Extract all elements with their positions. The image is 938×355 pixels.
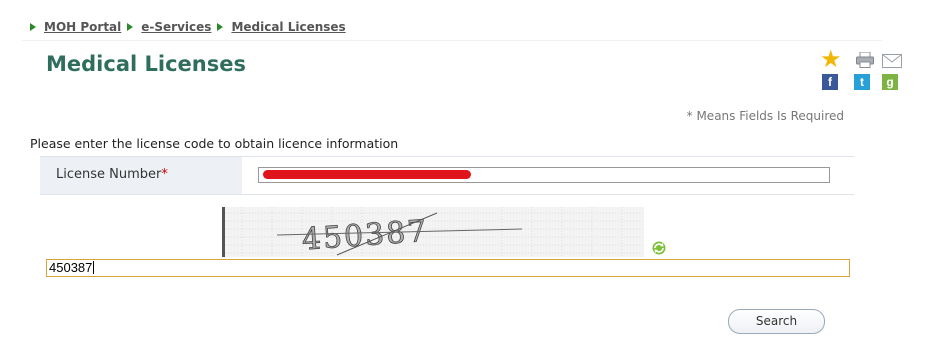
breadcrumb-moh-portal[interactable]: MOH Portal: [44, 20, 121, 34]
breadcrumb-medical-licenses[interactable]: Medical Licenses: [231, 20, 345, 34]
google-plus-icon[interactable]: g: [882, 74, 898, 90]
star-icon[interactable]: ★: [820, 47, 844, 71]
instruction-text: Please enter the license code to obtain …: [30, 136, 399, 151]
search-button[interactable]: Search: [728, 309, 825, 334]
captcha-image: 450387: [222, 207, 644, 257]
breadcrumb-arrow-icon: [217, 23, 224, 31]
license-number-label: License Number*: [56, 167, 168, 182]
breadcrumb-e-services[interactable]: e-Services: [141, 20, 211, 34]
twitter-icon[interactable]: t: [854, 74, 870, 90]
mail-icon[interactable]: [882, 54, 902, 68]
breadcrumb-arrow-icon: [127, 23, 134, 31]
facebook-icon[interactable]: f: [822, 74, 838, 90]
redaction-mark: [263, 170, 471, 179]
refresh-icon[interactable]: [651, 240, 667, 256]
required-fields-note: * Means Fields Is Required: [686, 109, 844, 123]
breadcrumb-arrow-icon: [30, 23, 36, 31]
breadcrumb-divider: [22, 40, 882, 41]
page-title: Medical Licenses: [46, 52, 246, 76]
license-number-input[interactable]: [258, 167, 830, 183]
license-label-cell: License Number*: [40, 157, 242, 194]
text-caret: [93, 261, 95, 274]
printer-icon[interactable]: [856, 52, 874, 68]
breadcrumb: MOH Portal e-Services Medical Licenses: [30, 20, 346, 34]
required-marker: *: [161, 167, 168, 182]
license-number-row: License Number*: [40, 156, 854, 195]
captcha-input[interactable]: 450387: [46, 259, 850, 277]
